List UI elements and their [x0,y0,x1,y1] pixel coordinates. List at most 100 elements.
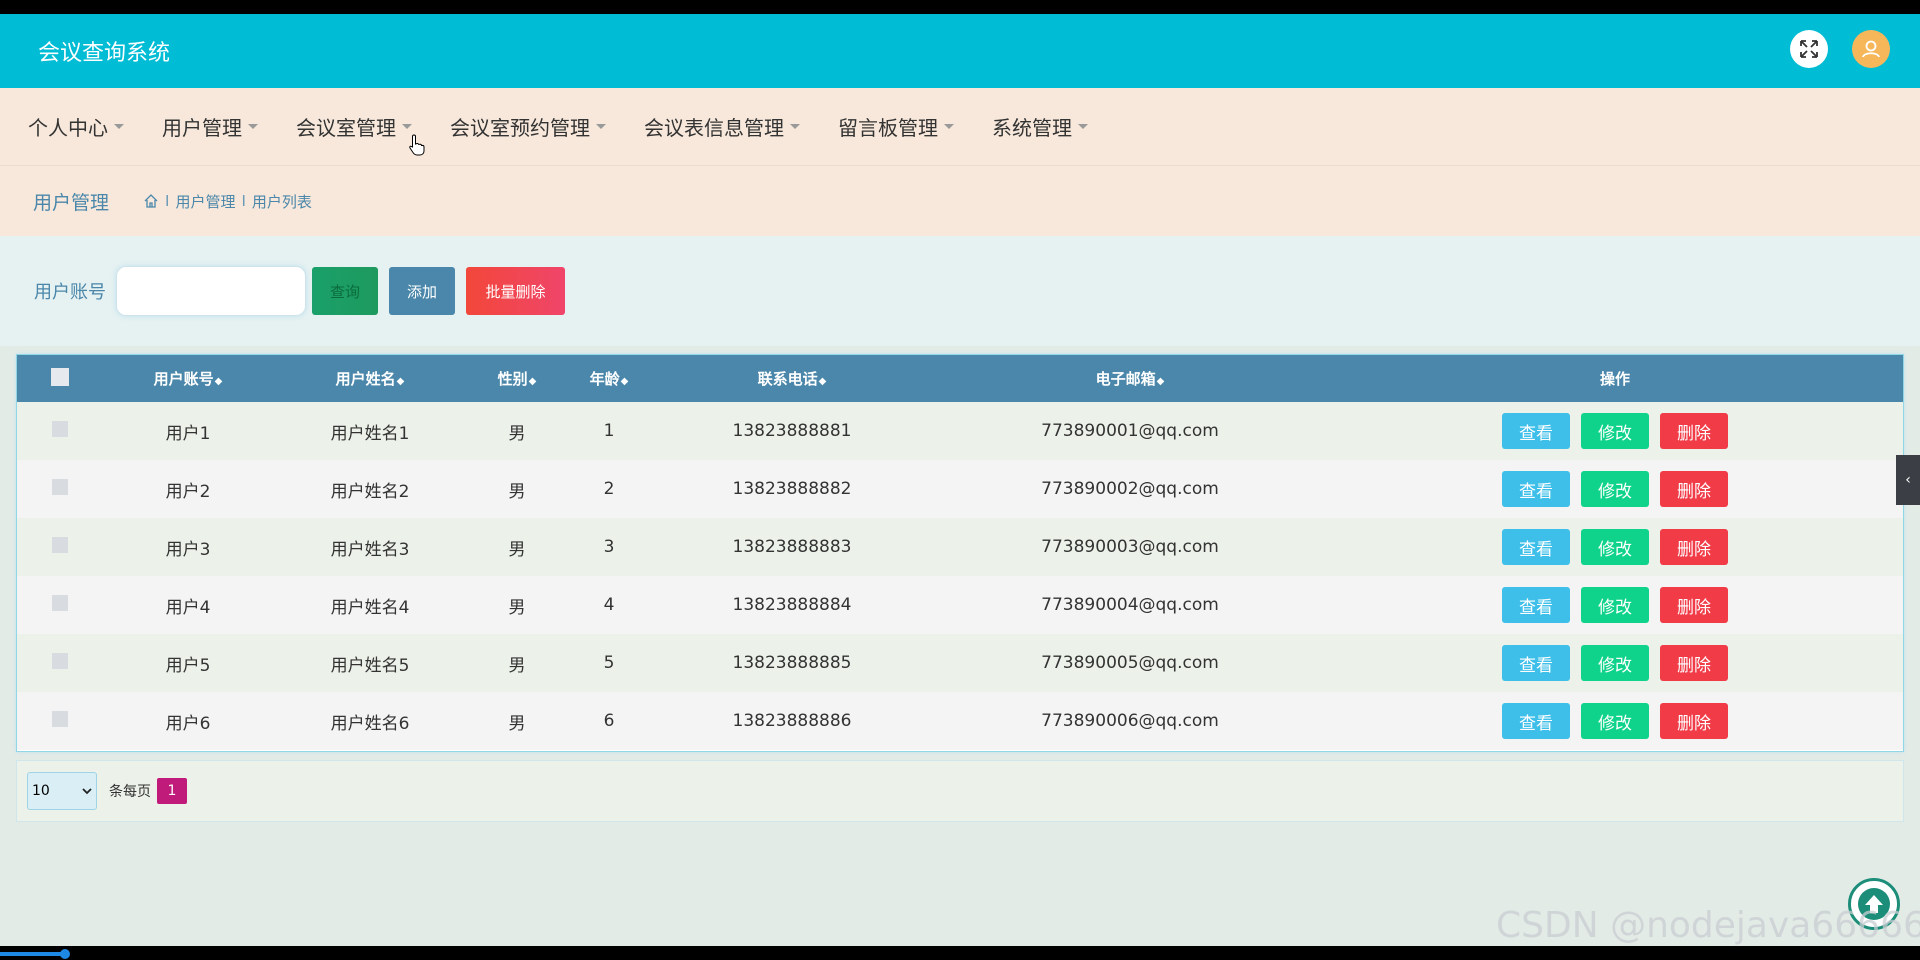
cell-name: 用户姓名4 [330,597,410,618]
nav-item-meeting-info[interactable]: 会议表信息管理 [644,112,800,141]
nav-item-user-management[interactable]: 用户管理 [162,112,258,141]
view-button[interactable]: 查看 [1502,587,1570,623]
row-checkbox[interactable] [52,594,68,611]
column-header-age[interactable]: 年龄◆ [567,355,651,402]
cell-phone: 13823888883 [732,537,852,557]
user-avatar-button[interactable] [1852,30,1890,68]
cell-gender: 男 [508,423,526,444]
breadcrumb-item-user-management[interactable]: 用户管理 [175,191,235,212]
delete-button[interactable]: 删除 [1660,587,1728,623]
breadcrumb-item-user-list: 用户列表 [251,192,312,211]
cell-age: 5 [603,653,615,673]
row-checkbox[interactable] [52,536,68,553]
table-row: 用户3 用户姓名3 男 3 13823888883 773890003@qq.com 查看… [17,518,1903,576]
nav-item-message-board[interactable]: 留言板管理 [838,112,954,141]
fullscreen-button[interactable] [1790,30,1828,68]
nav-item-label: 系统管理 [992,116,1072,140]
select-all-checkbox[interactable] [51,367,69,386]
sort-icon: ◆ [818,376,827,387]
row-checkbox[interactable] [52,478,68,495]
cell-account: 用户1 [165,423,211,444]
edit-button[interactable]: 修改 [1581,703,1649,739]
main-nav: 个人中心 用户管理 会议室管理 会议室预约管理 会议表信息管理 留言板管理 系统… [0,88,1920,166]
cell-account: 用户5 [165,655,211,676]
nav-item-room-booking[interactable]: 会议室预约管理 [450,112,606,141]
sort-icon: ◆ [1156,376,1165,387]
row-checkbox[interactable] [52,420,68,437]
caret-down-icon [114,124,124,129]
view-button[interactable]: 查看 [1502,645,1570,681]
sort-icon: ◆ [396,376,405,387]
delete-button[interactable]: 删除 [1660,703,1728,739]
chevron-left-icon: ‹ [1905,472,1911,488]
sort-icon: ◆ [528,376,537,387]
cell-phone: 13823888884 [732,595,852,615]
view-button[interactable]: 查看 [1502,413,1570,449]
cell-email: 773890001@qq.com [1041,421,1219,441]
caret-down-icon [248,124,258,129]
column-header-name[interactable]: 用户姓名◆ [273,355,467,402]
side-panel-toggle[interactable]: ‹ [1896,455,1920,505]
edit-button[interactable]: 修改 [1581,645,1649,681]
cell-email: 773890006@qq.com [1041,711,1219,731]
delete-button[interactable]: 删除 [1660,413,1728,449]
cell-account: 用户3 [165,539,211,560]
cell-gender: 男 [508,713,526,734]
add-button[interactable]: 添加 [389,267,455,315]
delete-button[interactable]: 删除 [1660,529,1728,565]
account-search-input[interactable] [116,266,306,316]
cell-age: 1 [603,421,615,441]
nav-item-personal-center[interactable]: 个人中心 [28,112,124,141]
cell-phone: 13823888885 [732,653,852,673]
cell-gender: 男 [508,655,526,676]
app-frame: 会议查询系统 个人中心 用户管理 会议室管理 会议室预约管理 会议表信息管理 留… [0,14,1920,946]
edit-button[interactable]: 修改 [1581,413,1649,449]
caret-down-icon [402,124,412,129]
sort-icon: ◆ [620,376,629,387]
cell-email: 773890004@qq.com [1041,595,1219,615]
page-button-1[interactable]: 1 [157,778,187,804]
view-button[interactable]: 查看 [1502,471,1570,507]
page-title: 用户管理 [33,191,110,214]
edit-button[interactable]: 修改 [1581,587,1649,623]
row-checkbox[interactable] [52,652,68,669]
cell-name: 用户姓名2 [330,481,410,502]
top-header: 会议查询系统 [0,14,1920,88]
home-icon[interactable] [143,193,159,209]
column-header-actions: 操作 [1599,370,1630,388]
view-button[interactable]: 查看 [1502,703,1570,739]
chevron-down-icon [82,788,92,795]
cell-gender: 男 [508,539,526,560]
delete-button[interactable]: 删除 [1660,471,1728,507]
watermark: CSDN @nodejava666666 [1496,905,1920,946]
cell-gender: 男 [508,481,526,502]
view-button[interactable]: 查看 [1502,529,1570,565]
cell-age: 6 [603,711,615,731]
user-icon [1862,40,1880,58]
search-button[interactable]: 查询 [312,267,378,315]
column-header-gender[interactable]: 性别◆ [467,355,567,402]
nav-item-system[interactable]: 系统管理 [992,112,1088,141]
nav-item-room-management[interactable]: 会议室管理 [296,112,412,141]
column-header-phone[interactable]: 联系电话◆ [651,355,933,402]
cell-age: 4 [603,595,615,615]
search-bar: 用户账号 查询 添加 批量删除 [0,236,1920,346]
breadcrumb: I 用户管理 I 用户列表 [143,191,312,212]
hand-cursor-icon [409,134,425,156]
per-page-label: 条每页 [109,784,151,800]
column-header-account[interactable]: 用户账号◆ [103,355,273,402]
edit-button[interactable]: 修改 [1581,471,1649,507]
cell-email: 773890005@qq.com [1041,653,1219,673]
delete-button[interactable]: 删除 [1660,645,1728,681]
batch-delete-button[interactable]: 批量删除 [466,267,565,315]
cell-phone: 13823888886 [732,711,852,731]
edit-button[interactable]: 修改 [1581,529,1649,565]
cell-phone: 13823888881 [732,421,852,441]
header-actions [1790,30,1890,68]
cell-name: 用户姓名1 [330,423,410,444]
progress-handle[interactable] [60,949,70,959]
row-checkbox[interactable] [52,710,68,727]
page-size-select[interactable]: 10 [27,772,97,810]
column-header-email[interactable]: 电子邮箱◆ [933,355,1327,402]
progress-bar [0,952,64,956]
